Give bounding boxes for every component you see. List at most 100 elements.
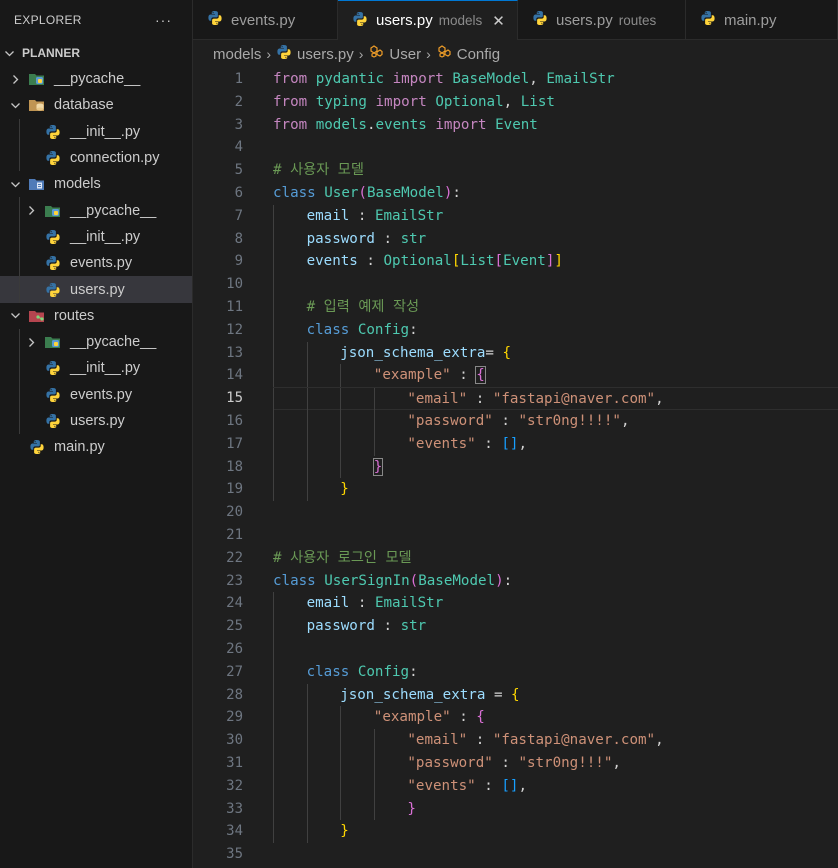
close-icon[interactable]: ✕ — [492, 12, 505, 30]
ellipsis-icon[interactable]: ··· — [155, 12, 172, 28]
tree-item-events-py[interactable]: events.py — [0, 250, 192, 277]
indent-guide — [273, 706, 274, 730]
code-text: email : EmailStr — [307, 592, 444, 615]
code-line[interactable]: 31 "password" : "str0ng!!!", — [193, 752, 838, 775]
tree-item-events-py[interactable]: events.py — [0, 381, 192, 408]
code-line[interactable]: 25 password : str — [193, 615, 838, 638]
code-token: { — [476, 709, 485, 726]
chevron-right-icon[interactable] — [8, 74, 22, 85]
code-line[interactable]: 28 json_schema_extra = { — [193, 683, 838, 707]
tree-item-pycache[interactable]: __pycache__ — [0, 328, 192, 356]
tree-item-init-py[interactable]: __init__.py — [0, 118, 192, 145]
chevron-right-icon[interactable] — [24, 205, 38, 216]
code-line[interactable]: 32 "events" : [], — [193, 774, 838, 798]
code-line[interactable]: 19} — [193, 478, 838, 502]
code-line[interactable]: 27 class Config: — [193, 660, 838, 684]
chevron-right-icon[interactable] — [24, 337, 38, 348]
code-line[interactable]: 33} — [193, 797, 838, 821]
tab-events-py[interactable]: events.py — [193, 0, 338, 40]
code-token: Optional — [383, 253, 452, 270]
code-line[interactable]: 16 "password" : "str0ng!!!!", — [193, 410, 838, 433]
code-token: Config — [357, 663, 410, 680]
code-token: class — [306, 663, 358, 680]
code-line[interactable]: 26 — [193, 638, 838, 661]
code-line[interactable]: 5 # 사용자 모델 — [193, 159, 838, 182]
tree-item-routes[interactable]: routes — [0, 303, 192, 329]
code-line[interactable]: 17 "events" : [], — [193, 432, 838, 456]
code-line[interactable]: 29 "example" : { — [193, 706, 838, 730]
code-line[interactable]: 21 — [193, 524, 838, 547]
code-line[interactable]: 8 password : str — [193, 227, 838, 251]
code-line[interactable]: 10 — [193, 273, 838, 296]
tree-item-init-py[interactable]: __init__.py — [0, 223, 192, 251]
code-line[interactable]: 1 from pydantic import BaseModel, EmailSt… — [193, 68, 838, 91]
code-line[interactable]: 15 "email" : "fastapi@naver.com", — [193, 387, 838, 411]
code-line[interactable]: 18} — [193, 455, 838, 479]
code-line[interactable]: 4 — [193, 136, 838, 159]
code-line[interactable]: 11 # 입력 예제 작성 — [193, 296, 838, 319]
line-number: 35 — [226, 846, 243, 863]
breadcrumb-member[interactable]: Config — [436, 44, 500, 64]
tab-users-py-models[interactable]: users.py models ✕ — [338, 0, 518, 40]
code-content: "events" : [], — [273, 774, 838, 798]
code-editor[interactable]: 1 from pydantic import BaseModel, EmailSt… — [193, 68, 838, 868]
tree-item-main-py[interactable]: main.py — [0, 434, 192, 460]
code-token: str — [400, 230, 427, 247]
tab-users-py-routes[interactable]: users.py routes — [518, 0, 686, 40]
breadcrumb-file[interactable]: users.py — [276, 44, 354, 64]
code-token: class — [273, 185, 325, 201]
tree-item-init-py[interactable]: __init__.py — [0, 355, 192, 382]
tree-item-models[interactable]: models — [0, 171, 192, 197]
indent-guide — [273, 432, 274, 456]
python-icon — [44, 282, 62, 298]
breadcrumb-class[interactable]: User — [368, 44, 421, 64]
code-token: json_schema_extra — [340, 686, 494, 703]
tab-main-py[interactable]: main.py — [686, 0, 838, 40]
code-token: { — [511, 686, 520, 703]
code-text: email : EmailStr — [307, 205, 444, 228]
tree-item-pycache[interactable]: __pycache__ — [0, 197, 192, 224]
chevron-down-icon[interactable] — [8, 100, 22, 111]
code-line[interactable]: 35 — [193, 843, 838, 866]
code-line[interactable]: 14 "example" : { — [193, 364, 838, 388]
code-line[interactable]: 34} — [193, 820, 838, 844]
tree-item-label: models — [54, 176, 101, 193]
tree-item-label: main.py — [54, 439, 105, 456]
code-line[interactable]: 12 class Config: — [193, 318, 838, 342]
code-line[interactable]: 24 email : EmailStr — [193, 592, 838, 616]
code-line[interactable]: 2 from typing import Optional, List — [193, 91, 838, 114]
code-token: events — [375, 116, 436, 133]
code-line[interactable]: 9 events : Optional[List[Event]] — [193, 250, 838, 274]
code-token: , — [503, 93, 521, 110]
code-line[interactable]: 20 — [193, 501, 838, 524]
code-line[interactable]: 22 # 사용자 로그인 모델 — [193, 547, 838, 570]
code-token: , — [518, 435, 527, 452]
code-line[interactable]: 23 class UserSignIn(BaseModel): — [193, 570, 838, 593]
code-text: "events" : [], — [407, 775, 527, 798]
code-line[interactable]: 6 class User(BaseModel): — [193, 182, 838, 205]
indent-guide — [306, 683, 308, 707]
indent-guide — [373, 774, 375, 798]
code-token: User — [324, 185, 359, 201]
tree-item-database[interactable]: database — [0, 92, 192, 118]
tree-item-users-py[interactable]: users.py — [0, 407, 192, 435]
chevron-down-icon[interactable] — [8, 179, 22, 190]
code-token: List — [460, 253, 495, 270]
code-line[interactable]: 7 email : EmailStr — [193, 204, 838, 228]
tree-item-users-py[interactable]: users.py — [0, 276, 192, 303]
indent-guide — [19, 197, 20, 224]
code-text: } — [340, 478, 349, 501]
tree-item-connection-py[interactable]: connection.py — [0, 144, 192, 172]
breadcrumb-folder[interactable]: models — [213, 46, 261, 63]
workspace-root[interactable]: PLANNER — [0, 40, 192, 66]
code-line[interactable]: 30 "email" : "fastapi@naver.com", — [193, 729, 838, 752]
line-number: 34 — [226, 823, 243, 840]
chevron-down-icon[interactable] — [8, 310, 22, 321]
indent-guide — [340, 797, 342, 821]
code-line[interactable]: 3 from models.events import Event — [193, 114, 838, 137]
code-token: , — [655, 391, 664, 408]
code-line[interactable]: 13 json_schema_extra= { — [193, 341, 838, 365]
database-folder-icon — [28, 97, 46, 113]
tree-item-pycache[interactable]: __pycache__ — [0, 66, 192, 92]
tab-description: routes — [618, 12, 657, 28]
